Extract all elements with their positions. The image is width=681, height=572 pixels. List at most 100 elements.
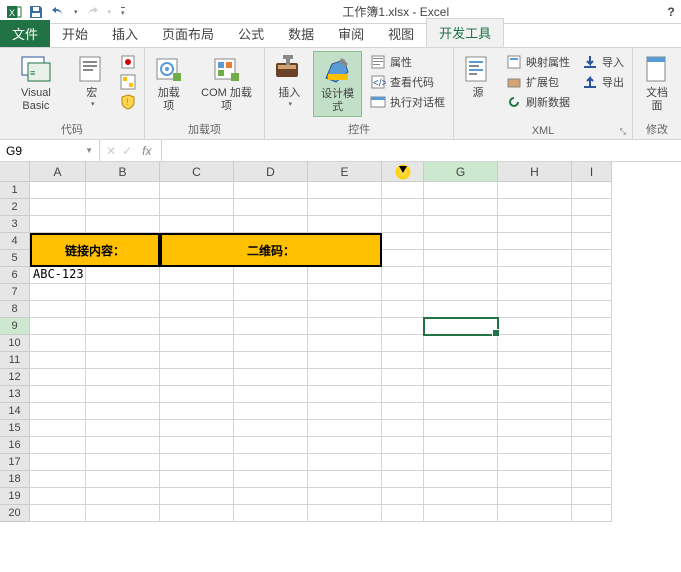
cell[interactable] xyxy=(498,182,572,199)
cell[interactable] xyxy=(160,284,234,301)
cell[interactable] xyxy=(234,420,308,437)
cell[interactable] xyxy=(382,301,424,318)
cell[interactable] xyxy=(86,301,160,318)
cell[interactable] xyxy=(382,216,424,233)
insert-control-button[interactable]: 插入 ▾ xyxy=(269,51,309,110)
formula-input[interactable] xyxy=(162,140,681,161)
cell[interactable] xyxy=(308,216,382,233)
cell[interactable] xyxy=(30,352,86,369)
column-header-A[interactable]: A xyxy=(30,162,86,182)
cell[interactable] xyxy=(498,386,572,403)
row-header-8[interactable]: 8 xyxy=(0,301,30,318)
cell[interactable] xyxy=(234,369,308,386)
cell[interactable] xyxy=(234,318,308,335)
row-header-12[interactable]: 12 xyxy=(0,369,30,386)
cell[interactable] xyxy=(424,216,498,233)
record-macro-button[interactable] xyxy=(118,53,138,71)
cell[interactable] xyxy=(86,318,160,335)
undo-icon[interactable] xyxy=(50,4,66,20)
cell[interactable] xyxy=(234,505,308,522)
cell[interactable] xyxy=(382,386,424,403)
cell[interactable] xyxy=(424,420,498,437)
row-header-2[interactable]: 2 xyxy=(0,199,30,216)
cell[interactable] xyxy=(308,199,382,216)
cell[interactable] xyxy=(86,403,160,420)
row-header-7[interactable]: 7 xyxy=(0,284,30,301)
macros-button[interactable]: 宏 ▾ xyxy=(72,51,112,110)
column-header-B[interactable]: B xyxy=(86,162,160,182)
view-code-button[interactable]: </>查看代码 xyxy=(368,73,447,91)
tab-insert[interactable]: 插入 xyxy=(100,20,150,47)
cell[interactable] xyxy=(498,301,572,318)
tab-page-layout[interactable]: 页面布局 xyxy=(150,20,226,47)
enter-formula-icon[interactable]: ✓ xyxy=(122,144,132,158)
com-addins-button[interactable]: COM 加载项 xyxy=(193,51,260,115)
cell[interactable] xyxy=(498,437,572,454)
cell[interactable] xyxy=(424,233,498,250)
cell[interactable] xyxy=(86,267,160,284)
cell[interactable] xyxy=(234,454,308,471)
cell[interactable] xyxy=(424,352,498,369)
cell[interactable] xyxy=(572,284,612,301)
cancel-formula-icon[interactable]: ✕ xyxy=(106,144,116,158)
cell[interactable] xyxy=(308,301,382,318)
redo-dropdown-icon[interactable]: ▾ xyxy=(108,8,112,16)
cell[interactable]: ABC-123 xyxy=(30,267,86,284)
cell[interactable] xyxy=(308,488,382,505)
cell[interactable] xyxy=(86,386,160,403)
cell[interactable] xyxy=(308,284,382,301)
cell[interactable] xyxy=(308,437,382,454)
row-header-14[interactable]: 14 xyxy=(0,403,30,420)
cell[interactable] xyxy=(382,454,424,471)
cell[interactable] xyxy=(424,403,498,420)
save-icon[interactable] xyxy=(28,4,44,20)
column-header-I[interactable]: I xyxy=(572,162,612,182)
cell[interactable] xyxy=(572,488,612,505)
cell[interactable] xyxy=(234,352,308,369)
cell[interactable] xyxy=(234,301,308,318)
cell[interactable] xyxy=(424,369,498,386)
cell[interactable] xyxy=(382,284,424,301)
row-header-17[interactable]: 17 xyxy=(0,454,30,471)
fx-icon[interactable]: fx xyxy=(138,144,155,158)
cell[interactable] xyxy=(572,301,612,318)
row-header-13[interactable]: 13 xyxy=(0,386,30,403)
column-header-C[interactable]: C xyxy=(160,162,234,182)
cell[interactable] xyxy=(308,505,382,522)
cell[interactable] xyxy=(160,182,234,199)
cell[interactable] xyxy=(498,505,572,522)
cell[interactable] xyxy=(308,182,382,199)
cell[interactable] xyxy=(382,335,424,352)
cell[interactable] xyxy=(160,505,234,522)
cell[interactable] xyxy=(424,284,498,301)
cell[interactable] xyxy=(498,284,572,301)
tab-view[interactable]: 视图 xyxy=(376,20,426,47)
cell[interactable] xyxy=(86,199,160,216)
macro-security-button[interactable]: ! xyxy=(118,93,138,111)
cell[interactable] xyxy=(572,369,612,386)
cell[interactable] xyxy=(498,199,572,216)
cell[interactable] xyxy=(382,250,424,267)
cell[interactable] xyxy=(572,199,612,216)
cell[interactable] xyxy=(308,267,382,284)
worksheet-grid[interactable]: ABCDEFGHI 1234链接内容：二维码：56ABC-12378910111… xyxy=(0,162,681,522)
cell[interactable] xyxy=(160,335,234,352)
name-box-dropdown-icon[interactable]: ▼ xyxy=(85,146,93,155)
cell[interactable] xyxy=(498,352,572,369)
cell[interactable] xyxy=(498,420,572,437)
cell[interactable] xyxy=(572,352,612,369)
cell[interactable] xyxy=(160,437,234,454)
cell[interactable] xyxy=(30,369,86,386)
cell[interactable] xyxy=(30,471,86,488)
cell[interactable] xyxy=(160,403,234,420)
tab-home[interactable]: 开始 xyxy=(50,20,100,47)
cell[interactable] xyxy=(86,369,160,386)
cell[interactable] xyxy=(30,437,86,454)
cell[interactable] xyxy=(308,352,382,369)
cell[interactable] xyxy=(30,420,86,437)
row-header-11[interactable]: 11 xyxy=(0,352,30,369)
cell[interactable] xyxy=(498,403,572,420)
column-header-E[interactable]: E xyxy=(308,162,382,182)
cell[interactable] xyxy=(382,369,424,386)
cell[interactable] xyxy=(160,386,234,403)
